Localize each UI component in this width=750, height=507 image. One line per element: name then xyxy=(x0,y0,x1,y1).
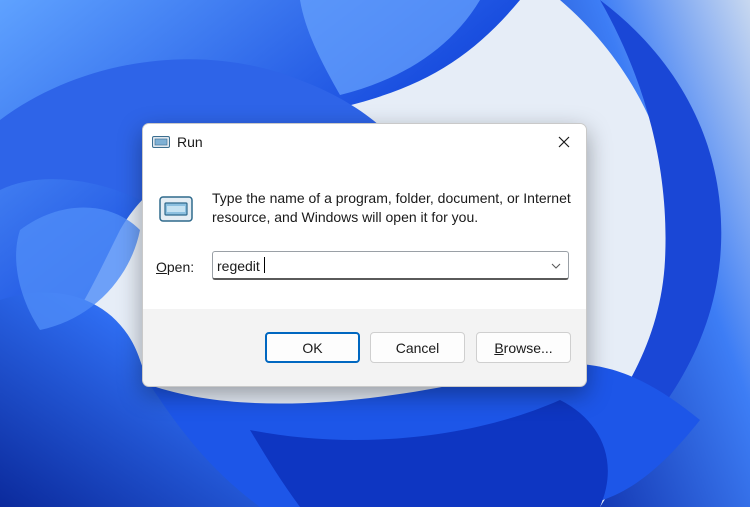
browse-accesskey: B xyxy=(494,339,504,356)
browse-button[interactable]: Browse... xyxy=(476,332,571,363)
open-combobox[interactable] xyxy=(212,251,569,280)
cancel-button[interactable]: Cancel xyxy=(370,332,465,363)
ok-button[interactable]: OK xyxy=(265,332,360,363)
browse-label: rowse... xyxy=(503,339,553,356)
dialog-title: Run xyxy=(177,134,203,150)
close-icon xyxy=(558,136,570,148)
run-app-icon xyxy=(159,196,193,222)
dialog-description: Type the name of a program, folder, docu… xyxy=(212,190,571,225)
chevron-down-icon[interactable] xyxy=(550,260,562,272)
title-bar[interactable]: Run xyxy=(143,124,586,160)
open-label-accesskey: O xyxy=(156,259,167,275)
close-button[interactable] xyxy=(552,130,576,154)
open-input[interactable] xyxy=(217,256,537,276)
open-label-text: pen: xyxy=(166,259,195,275)
run-app-icon xyxy=(152,136,170,148)
dialog-body: Type the name of a program, folder, docu… xyxy=(143,160,586,309)
open-label: Open: xyxy=(156,259,194,275)
text-caret xyxy=(264,257,265,273)
run-dialog: Run Type the name of a program, folder, … xyxy=(142,123,587,387)
